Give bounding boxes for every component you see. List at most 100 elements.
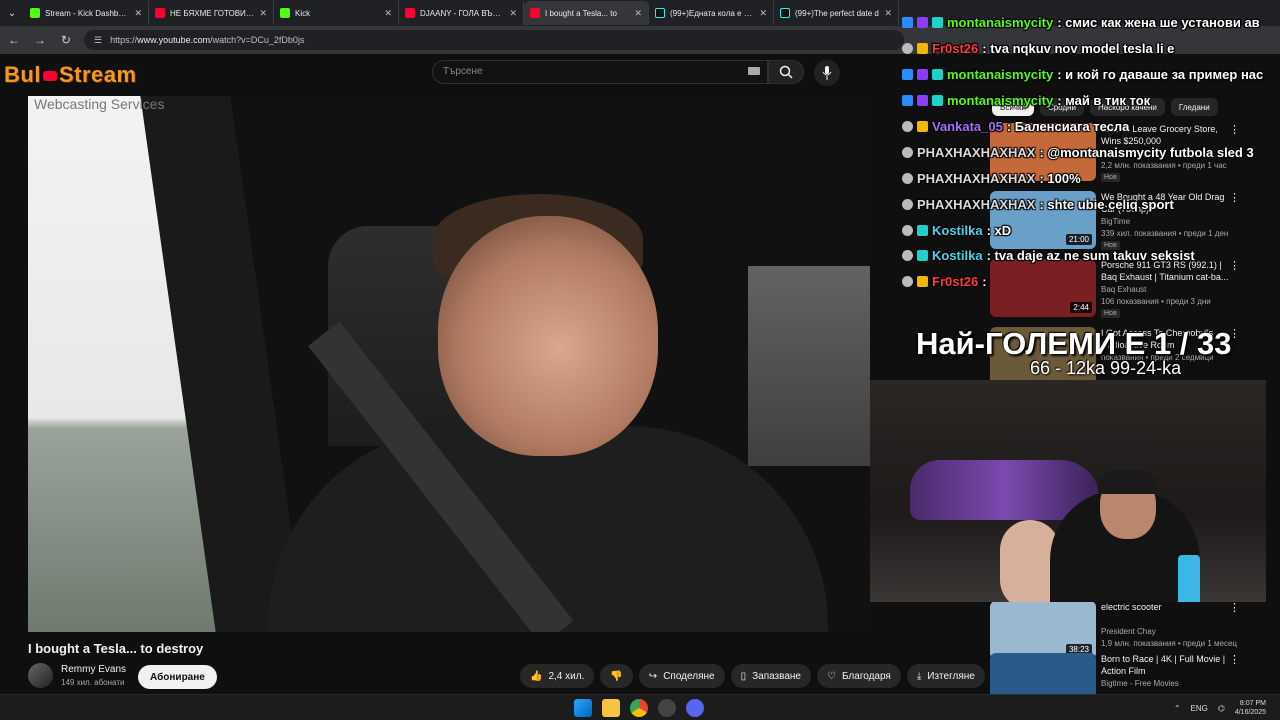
chat-badge-icon (902, 95, 913, 107)
video-thumbnail[interactable]: 38:23 (990, 601, 1096, 659)
tab-title: Stream - Kick Dashboar (45, 8, 130, 18)
action-label: 2,4 хил. (548, 670, 585, 682)
browser-tab[interactable]: Stream - Kick Dashboar ✕ (24, 1, 149, 25)
new-badge: Нов (1101, 309, 1120, 318)
tiktok-icon (655, 8, 665, 18)
chat-username[interactable]: montanaismycity (947, 15, 1053, 30)
tiktok-icon (780, 8, 790, 18)
more-options-icon[interactable]: ⋮ (1229, 653, 1240, 666)
recommendation-channel[interactable]: President Chay (1101, 627, 1156, 636)
chat-text: : Баленсиага тесла (1006, 119, 1130, 134)
windows-taskbar: ⌃ ENG ⌬ 8:07 PM 4/16/2025 (0, 694, 1280, 720)
network-icon[interactable]: ⌬ (1218, 704, 1225, 713)
subscribe-button[interactable]: Абониране (138, 665, 217, 689)
share-icon: ↪ (648, 670, 658, 682)
chat-username[interactable]: PHAXHAXHAXHAX (917, 171, 1035, 186)
thumbs-up-button[interactable]: 👍 2,4 хил. (520, 664, 595, 688)
chat-badge-icon (917, 69, 928, 81)
chat-badge-icon (917, 224, 928, 236)
chat-badge-icon (902, 198, 913, 210)
thanks-button[interactable]: ♡ Благодаря (817, 664, 901, 688)
chat-badge-icon (902, 172, 913, 184)
chat-badge-icon (902, 250, 913, 262)
more-options-icon[interactable]: ⋮ (1229, 601, 1240, 614)
chat-text: : shte ubie celiq sport (1039, 196, 1174, 212)
search-input[interactable]: Търсене (432, 60, 768, 84)
action-label: Споделяне (663, 670, 715, 682)
browser-tab[interactable]: Kick ✕ (274, 1, 399, 25)
browser-tab[interactable]: НЕ БЯХМЕ ГОТОВИ... н ✕ (149, 1, 274, 25)
chat-username[interactable]: Vankata_05 (932, 119, 1003, 134)
chat-badge-icon (902, 146, 913, 158)
clock[interactable]: 8:07 PM 4/16/2025 (1235, 699, 1266, 717)
forward-icon[interactable]: → (32, 33, 48, 47)
windows-start-icon[interactable] (574, 699, 592, 717)
url-host: www.youtube.com (137, 35, 211, 45)
keyboard-icon[interactable] (748, 67, 760, 75)
discord-icon[interactable] (686, 699, 704, 717)
chat-message: Fr0st26 : (902, 269, 1280, 295)
close-tab-icon[interactable]: ✕ (134, 8, 142, 19)
chat-text: : (982, 274, 987, 290)
close-tab-icon[interactable]: ✕ (759, 8, 767, 19)
close-tab-icon[interactable]: ✕ (884, 8, 892, 19)
download-button[interactable]: ⤓ Изтегляне (906, 664, 985, 688)
site-info-icon[interactable]: ☰ (94, 35, 102, 46)
tab-title: (99+)Едната кола е слу (670, 8, 755, 18)
recommendation-channel[interactable]: Bigtime - Free Movies (1101, 679, 1179, 688)
chat-username[interactable]: Kostilka (932, 223, 983, 238)
share-button[interactable]: ↪ Споделяне (638, 664, 725, 688)
channel-avatar[interactable] (28, 663, 53, 688)
chat-badge-icon (902, 121, 913, 132)
tray-chevron-icon[interactable]: ⌃ (1174, 704, 1181, 713)
youtube-icon (530, 8, 540, 18)
browser-tab[interactable]: (99+)Едната кола е слу ✕ (649, 1, 774, 25)
voice-search-button[interactable] (814, 60, 840, 86)
microphone-icon (822, 66, 832, 80)
chat-badge-icon (902, 17, 913, 29)
browser-tab[interactable]: DJAANY - ГОЛА ВЪРХУ ✕ (399, 1, 524, 25)
chat-text: : и кой го даваше за пример нас (1057, 67, 1264, 83)
obs-icon[interactable] (658, 699, 676, 717)
search-button[interactable] (768, 60, 804, 84)
chrome-icon[interactable] (630, 699, 648, 717)
language-indicator[interactable]: ENG (1191, 704, 1208, 713)
channel-name[interactable]: Remmy Evans (61, 664, 126, 675)
tab-search-icon[interactable]: ⌄ (0, 0, 24, 26)
browser-tab[interactable]: (99+)The perfect date d ✕ (774, 1, 899, 25)
chat-username[interactable]: PHAXHAXHAXHAX (917, 145, 1035, 160)
browser-tab[interactable]: I bought a Tesla... to ✕ (524, 1, 649, 25)
tab-title: (99+)The perfect date d (795, 8, 879, 18)
recommendation-title[interactable]: electric scooter (1101, 601, 1231, 613)
url-prefix: https:// (110, 35, 138, 45)
chat-username[interactable]: montanaismycity (947, 93, 1053, 108)
url-field[interactable]: ☰ https://www.youtube.com/watch?v=DCu_2f… (84, 30, 904, 50)
bookmark-button[interactable]: ▯ Запазване (730, 664, 811, 688)
subscriber-count: 149 хил. абонати (61, 678, 125, 687)
close-tab-icon[interactable]: ✕ (384, 8, 392, 19)
youtube-logo-icon[interactable] (42, 71, 57, 82)
action-label: Запазване (752, 670, 801, 682)
streamer-webcam (870, 380, 1266, 602)
close-tab-icon[interactable]: ✕ (634, 8, 642, 19)
stream-overlay-subtitle: 66 - 12ka 99-24-ka (1030, 358, 1182, 378)
thumbs-down-button[interactable]: 👎 (600, 664, 633, 688)
youtube-icon (405, 8, 415, 18)
chat-username[interactable]: montanaismycity (947, 67, 1053, 82)
chat-username[interactable]: Fr0st26 (932, 274, 978, 289)
chat-message: PHAXHAXHAXHAX : @montanaismycity futbola… (902, 139, 1280, 165)
recommendation-title[interactable]: Born to Race | 4K | Full Movie | Action … (1101, 653, 1231, 677)
file-explorer-icon[interactable] (602, 699, 620, 717)
reload-icon[interactable]: ↻ (58, 33, 74, 47)
chat-username[interactable]: PHAXHAXHAXHAX (917, 197, 1035, 212)
download-icon: ⤓ (916, 670, 922, 682)
bookmark-icon: ▯ (740, 670, 747, 682)
video-player[interactable]: Webcasting Services (28, 96, 870, 632)
chat-badge-icon (932, 69, 943, 81)
url-path: /watch?v=DCu_2fDb0js (210, 35, 305, 45)
chat-username[interactable]: Fr0st26 (932, 41, 978, 56)
chat-username[interactable]: Kostilka (932, 248, 983, 263)
close-tab-icon[interactable]: ✕ (259, 8, 267, 19)
close-tab-icon[interactable]: ✕ (509, 8, 517, 19)
back-icon[interactable]: ← (6, 33, 22, 47)
